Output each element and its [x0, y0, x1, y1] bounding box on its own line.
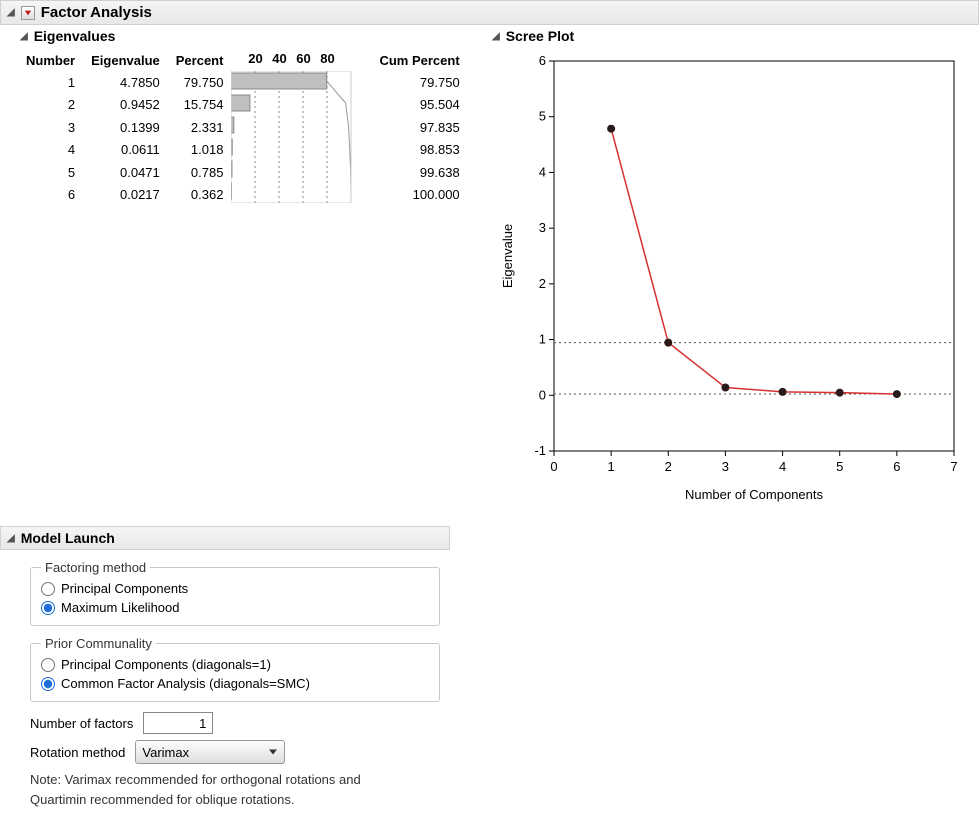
- factoring-method-group: Factoring method Principal Components Ma…: [30, 560, 440, 626]
- cell-percent: 0.785: [168, 161, 232, 184]
- cell-number: 3: [18, 116, 83, 139]
- cell-number: 1: [18, 71, 83, 94]
- svg-text:3: 3: [539, 220, 546, 235]
- disclosure-icon[interactable]: ◢: [492, 31, 500, 42]
- cell-percent: 15.754: [168, 94, 232, 117]
- svg-text:5: 5: [836, 459, 843, 474]
- prior-legend: Prior Communality: [41, 636, 156, 651]
- svg-text:2: 2: [665, 459, 672, 474]
- cell-percent: 2.331: [168, 116, 232, 139]
- scree-header: ◢ Scree Plot: [490, 25, 979, 47]
- svg-text:2: 2: [539, 276, 546, 291]
- col-bar-ticks: 20406080: [231, 49, 371, 71]
- disclosure-icon[interactable]: ◢: [20, 31, 28, 42]
- cell-cum: 100.000: [371, 184, 467, 207]
- cell-eigenvalue: 0.0611: [83, 139, 168, 162]
- nfactors-input[interactable]: [143, 712, 213, 734]
- cell-cum: 95.504: [371, 94, 467, 117]
- svg-text:7: 7: [950, 459, 957, 474]
- radio-label: Maximum Likelihood: [61, 600, 180, 615]
- radio-label: Principal Components: [61, 581, 188, 596]
- factor-analysis-title: Factor Analysis: [41, 4, 152, 21]
- cell-number: 4: [18, 139, 83, 162]
- radio-label: Principal Components (diagonals=1): [61, 657, 271, 672]
- disclosure-icon[interactable]: ◢: [7, 533, 15, 544]
- svg-text:4: 4: [779, 459, 786, 474]
- svg-text:Eigenvalue: Eigenvalue: [500, 224, 515, 288]
- col-cum-percent: Cum Percent: [371, 49, 467, 71]
- cell-percent: 1.018: [168, 139, 232, 162]
- radio-maximum-likelihood[interactable]: [41, 601, 55, 615]
- svg-text:6: 6: [539, 53, 546, 68]
- cell-cum: 79.750: [371, 71, 467, 94]
- menu-button[interactable]: [21, 6, 35, 20]
- svg-text:3: 3: [722, 459, 729, 474]
- disclosure-icon[interactable]: ◢: [7, 7, 15, 18]
- eigenvalues-title: Eigenvalues: [34, 28, 116, 44]
- svg-text:Number of Components: Number of Components: [685, 487, 824, 502]
- eigenvalues-header: ◢ Eigenvalues: [18, 25, 490, 47]
- svg-text:1: 1: [539, 332, 546, 347]
- cell-eigenvalue: 0.0217: [83, 184, 168, 207]
- prior-communality-group: Prior Communality Principal Components (…: [30, 636, 440, 702]
- cell-cum: 98.853: [371, 139, 467, 162]
- cell-cum: 97.835: [371, 116, 467, 139]
- svg-text:0: 0: [550, 459, 557, 474]
- eigenvalues-table: Number Eigenvalue Percent 20406080 Cum P…: [18, 49, 468, 206]
- cell-number: 5: [18, 161, 83, 184]
- cell-percent: 0.362: [168, 184, 232, 207]
- factoring-legend: Factoring method: [41, 560, 150, 575]
- col-percent: Percent: [168, 49, 232, 71]
- svg-text:4: 4: [539, 164, 546, 179]
- col-eigenvalue: Eigenvalue: [83, 49, 168, 71]
- model-launch-header: ◢ Model Launch: [0, 526, 450, 550]
- scree-title: Scree Plot: [506, 28, 574, 44]
- svg-text:0: 0: [539, 387, 546, 402]
- radio-principal-components[interactable]: [41, 582, 55, 596]
- radio-prior-cfa[interactable]: [41, 677, 55, 691]
- nfactors-label: Number of factors: [30, 716, 133, 731]
- cell-eigenvalue: 0.1399: [83, 116, 168, 139]
- svg-text:5: 5: [539, 109, 546, 124]
- svg-text:1: 1: [608, 459, 615, 474]
- rotation-label: Rotation method: [30, 745, 125, 760]
- cell-number: 6: [18, 184, 83, 207]
- radio-prior-pc[interactable]: [41, 658, 55, 672]
- table-row: 14.785079.75079.750: [18, 71, 468, 94]
- cell-number: 2: [18, 94, 83, 117]
- cell-cum: 99.638: [371, 161, 467, 184]
- model-launch-title: Model Launch: [21, 530, 115, 546]
- cell-eigenvalue: 0.9452: [83, 94, 168, 117]
- rotation-note: Note: Varimax recommended for orthogonal…: [30, 770, 440, 809]
- scree-plot: -1 0 1 2 3 4 5 6 0 1 2 3 4 5 6 7 Number of Components Eig…: [494, 51, 979, 514]
- rotation-select[interactable]: Varimax: [135, 740, 285, 764]
- cell-bar: [231, 71, 371, 206]
- col-number: Number: [18, 49, 83, 71]
- cell-percent: 79.750: [168, 71, 232, 94]
- cell-eigenvalue: 0.0471: [83, 161, 168, 184]
- svg-text:6: 6: [893, 459, 900, 474]
- cell-eigenvalue: 4.7850: [83, 71, 168, 94]
- svg-text:-1: -1: [534, 443, 546, 458]
- factor-analysis-header: ◢ Factor Analysis: [0, 0, 979, 25]
- radio-label: Common Factor Analysis (diagonals=SMC): [61, 676, 310, 691]
